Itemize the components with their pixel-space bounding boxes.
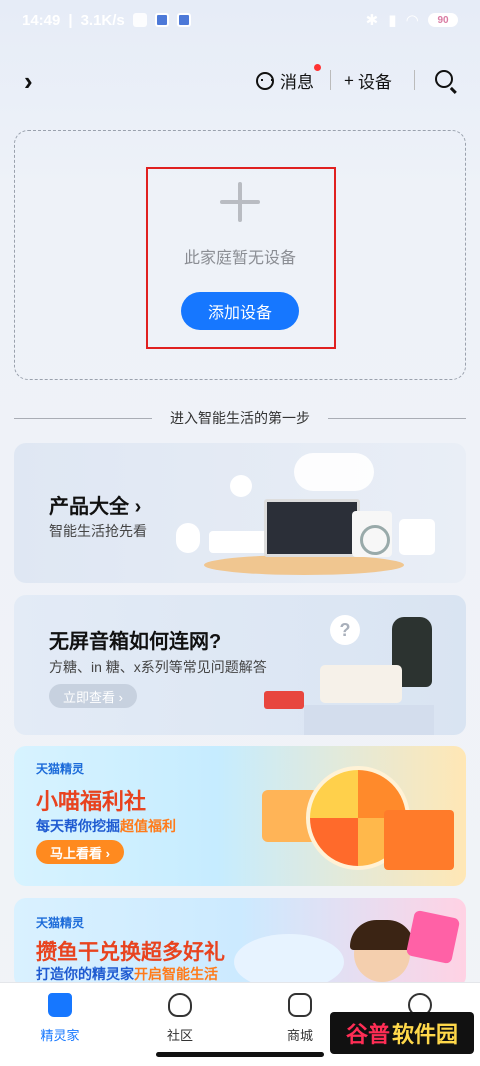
home-indicator[interactable] bbox=[156, 1052, 324, 1057]
community-icon bbox=[168, 993, 192, 1017]
bluetooth-icon: ✱ bbox=[365, 12, 379, 29]
cloud-image bbox=[294, 453, 374, 491]
smart-speaker-image bbox=[264, 691, 304, 709]
top-header: › 消息 + 设备 bbox=[0, 62, 480, 98]
fish-reward-banner[interactable]: 天猫精灵 攒鱼干兑换超多好礼 打造你的精灵家开启智能生活 bbox=[14, 898, 466, 988]
speaker-network-help-card[interactable]: 无屏音箱如何连网? 方糖、in 糖、x系列等常见问题解答 立即查看 › ? bbox=[14, 595, 466, 735]
tab-home[interactable]: 精灵家 bbox=[20, 993, 100, 1044]
add-device-label: 设备 bbox=[357, 73, 392, 92]
wifi-icon: ◠ bbox=[406, 12, 418, 29]
camera-image bbox=[176, 523, 200, 553]
unread-dot bbox=[314, 64, 321, 71]
plus-icon: + bbox=[344, 70, 354, 90]
add-plus-icon[interactable] bbox=[220, 182, 260, 222]
product-platform-image bbox=[204, 555, 404, 575]
app-notification-icon bbox=[154, 13, 169, 27]
network-speed: 3.1K/s bbox=[80, 11, 125, 29]
banner-title: 攒鱼干兑换超多好礼 bbox=[36, 941, 225, 964]
watermark-logo: 谷普 软件园 bbox=[330, 1012, 474, 1054]
card-title: 产品大全 › bbox=[49, 496, 142, 518]
cushion-image bbox=[234, 934, 344, 988]
banner-subtitle: 打造你的精灵家开启智能生活 bbox=[36, 966, 218, 982]
tab-community[interactable]: 社区 bbox=[140, 993, 220, 1044]
smart-bulb-image bbox=[230, 475, 252, 497]
message-icon bbox=[256, 71, 274, 90]
view-now-button[interactable]: 立即查看 › bbox=[49, 684, 137, 708]
search-icon[interactable] bbox=[435, 70, 453, 88]
signal-icon: ▮ bbox=[388, 12, 397, 29]
look-now-button[interactable]: 马上看看 › bbox=[36, 840, 124, 864]
messages-label: 消息 bbox=[280, 73, 314, 92]
shopping-bag-icon bbox=[288, 993, 312, 1017]
banner-title: 小喵福利社 bbox=[36, 789, 147, 814]
header-separator bbox=[330, 70, 331, 90]
gift-box-image bbox=[405, 909, 461, 965]
washing-machine-image bbox=[352, 511, 392, 557]
tmall-genie-brand: 天猫精灵 bbox=[36, 762, 85, 776]
card-subtitle: 方糖、in 糖、x系列等常见问题解答 bbox=[49, 659, 267, 675]
app-notification-icon bbox=[176, 13, 191, 27]
question-mark-icon: ? bbox=[330, 615, 360, 645]
welfare-club-banner[interactable]: 天猫精灵 小喵福利社 每天帮你挖掘超值福利 马上看看 › bbox=[14, 746, 466, 886]
tv-image bbox=[264, 499, 360, 557]
smart-plug-image bbox=[399, 519, 435, 555]
status-bar: 14:49 | 3.1K/s ✱ ▮ ◠ 90 bbox=[0, 0, 480, 40]
empty-devices-text: 此家庭暂无设备 bbox=[183, 250, 296, 267]
banner-subtitle: 每天帮你挖掘超值福利 bbox=[36, 818, 176, 834]
product-catalog-card[interactable]: 产品大全 › 智能生活抢先看 bbox=[14, 443, 466, 583]
messages-button[interactable]: 消息 bbox=[256, 64, 321, 93]
smart-speaker-image bbox=[320, 665, 402, 703]
card-subtitle: 智能生活抢先看 bbox=[49, 523, 147, 539]
gift-box-image bbox=[384, 810, 454, 870]
section-divider: 进入智能生活的第一步 bbox=[14, 408, 466, 428]
battery-icon: 90 bbox=[428, 13, 458, 27]
alarm-icon bbox=[132, 13, 147, 27]
tab-mall[interactable]: 商城 bbox=[260, 993, 340, 1044]
card-title: 无屏音箱如何连网? bbox=[49, 631, 222, 653]
add-device-header-button[interactable]: + 设备 bbox=[344, 68, 392, 93]
girl-character-image bbox=[350, 920, 414, 982]
display-stand-image bbox=[304, 705, 434, 735]
chevron-right-icon: › bbox=[134, 496, 142, 518]
home-icon bbox=[48, 993, 72, 1017]
tmall-genie-brand: 天猫精灵 bbox=[36, 916, 85, 930]
section-divider-text: 进入智能生活的第一步 bbox=[170, 410, 310, 426]
header-separator bbox=[414, 70, 415, 90]
status-time: 14:49 bbox=[22, 11, 61, 29]
add-device-button[interactable]: 添加设备 bbox=[181, 292, 299, 330]
home-switch-chevron-icon[interactable]: › bbox=[24, 66, 33, 97]
